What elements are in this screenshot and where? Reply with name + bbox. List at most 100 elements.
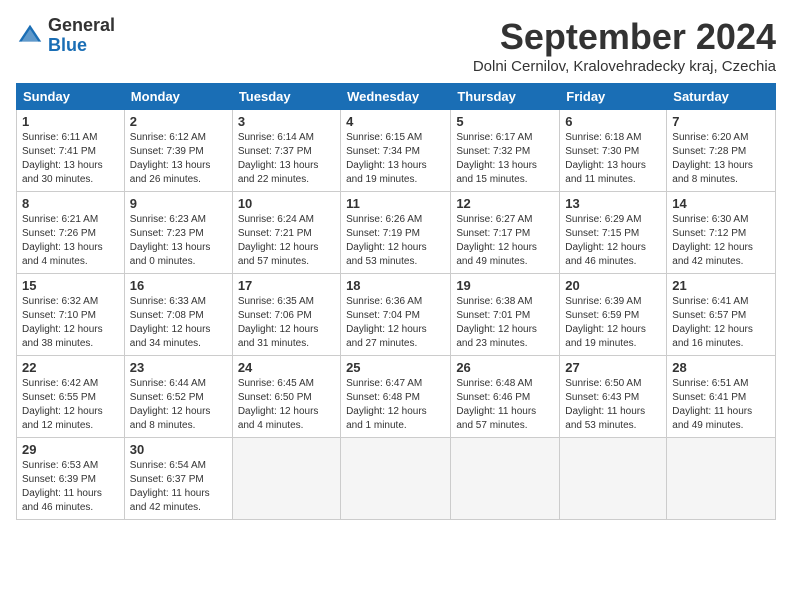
day-info: Sunrise: 6:36 AM Sunset: 7:04 PM Dayligh… xyxy=(346,295,445,351)
day-info: Sunrise: 6:12 AM Sunset: 7:39 PM Dayligh… xyxy=(130,131,227,187)
day-number: 10 xyxy=(238,196,335,211)
daylight: Daylight: 12 hours and 23 minutes. xyxy=(456,324,537,349)
sunset: Sunset: 7:32 PM xyxy=(456,146,530,157)
calendar-week-row: 1 Sunrise: 6:11 AM Sunset: 7:41 PM Dayli… xyxy=(17,110,776,192)
table-row: 16 Sunrise: 6:33 AM Sunset: 7:08 PM Dayl… xyxy=(124,274,232,356)
sunrise: Sunrise: 6:29 AM xyxy=(565,214,641,225)
sunrise: Sunrise: 6:12 AM xyxy=(130,132,206,143)
calendar-week-row: 22 Sunrise: 6:42 AM Sunset: 6:55 PM Dayl… xyxy=(17,356,776,438)
table-row: 19 Sunrise: 6:38 AM Sunset: 7:01 PM Dayl… xyxy=(451,274,560,356)
sunrise: Sunrise: 6:11 AM xyxy=(22,132,97,143)
day-info: Sunrise: 6:23 AM Sunset: 7:23 PM Dayligh… xyxy=(130,213,227,269)
table-row: 18 Sunrise: 6:36 AM Sunset: 7:04 PM Dayl… xyxy=(341,274,451,356)
day-number: 21 xyxy=(672,278,770,293)
header: General Blue September 2024 Dolni Cernil… xyxy=(16,16,776,75)
sunrise: Sunrise: 6:24 AM xyxy=(238,214,314,225)
day-info: Sunrise: 6:27 AM Sunset: 7:17 PM Dayligh… xyxy=(456,213,554,269)
header-saturday: Saturday xyxy=(667,84,776,110)
day-number: 5 xyxy=(456,114,554,129)
day-info: Sunrise: 6:18 AM Sunset: 7:30 PM Dayligh… xyxy=(565,131,661,187)
sunrise: Sunrise: 6:47 AM xyxy=(346,378,422,389)
sunrise: Sunrise: 6:23 AM xyxy=(130,214,206,225)
day-info: Sunrise: 6:42 AM Sunset: 6:55 PM Dayligh… xyxy=(22,377,119,433)
table-row xyxy=(341,438,451,520)
sunset: Sunset: 7:30 PM xyxy=(565,146,639,157)
daylight: Daylight: 12 hours and 1 minute. xyxy=(346,406,427,431)
table-row: 23 Sunrise: 6:44 AM Sunset: 6:52 PM Dayl… xyxy=(124,356,232,438)
daylight: Daylight: 13 hours and 8 minutes. xyxy=(672,160,753,185)
sunrise: Sunrise: 6:32 AM xyxy=(22,296,98,307)
daylight: Daylight: 12 hours and 57 minutes. xyxy=(238,242,319,267)
sunrise: Sunrise: 6:39 AM xyxy=(565,296,641,307)
table-row: 11 Sunrise: 6:26 AM Sunset: 7:19 PM Dayl… xyxy=(341,192,451,274)
sunset: Sunset: 6:46 PM xyxy=(456,392,530,403)
sunset: Sunset: 6:37 PM xyxy=(130,474,204,485)
daylight: Daylight: 12 hours and 34 minutes. xyxy=(130,324,211,349)
sunrise: Sunrise: 6:41 AM xyxy=(672,296,748,307)
daylight: Daylight: 12 hours and 53 minutes. xyxy=(346,242,427,267)
daylight: Daylight: 13 hours and 26 minutes. xyxy=(130,160,211,185)
sunset: Sunset: 6:43 PM xyxy=(565,392,639,403)
day-info: Sunrise: 6:24 AM Sunset: 7:21 PM Dayligh… xyxy=(238,213,335,269)
table-row xyxy=(560,438,667,520)
day-info: Sunrise: 6:54 AM Sunset: 6:37 PM Dayligh… xyxy=(130,459,227,515)
table-row: 10 Sunrise: 6:24 AM Sunset: 7:21 PM Dayl… xyxy=(232,192,340,274)
day-info: Sunrise: 6:53 AM Sunset: 6:39 PM Dayligh… xyxy=(22,459,119,515)
day-number: 24 xyxy=(238,360,335,375)
daylight: Daylight: 13 hours and 19 minutes. xyxy=(346,160,427,185)
header-sunday: Sunday xyxy=(17,84,125,110)
day-number: 26 xyxy=(456,360,554,375)
daylight: Daylight: 12 hours and 8 minutes. xyxy=(130,406,211,431)
daylight: Daylight: 12 hours and 31 minutes. xyxy=(238,324,319,349)
sunrise: Sunrise: 6:45 AM xyxy=(238,378,314,389)
day-number: 14 xyxy=(672,196,770,211)
daylight: Daylight: 11 hours and 49 minutes. xyxy=(672,406,752,431)
table-row: 20 Sunrise: 6:39 AM Sunset: 6:59 PM Dayl… xyxy=(560,274,667,356)
table-row: 21 Sunrise: 6:41 AM Sunset: 6:57 PM Dayl… xyxy=(667,274,776,356)
sunset: Sunset: 6:57 PM xyxy=(672,310,746,321)
sunset: Sunset: 7:19 PM xyxy=(346,228,420,239)
day-info: Sunrise: 6:30 AM Sunset: 7:12 PM Dayligh… xyxy=(672,213,770,269)
day-number: 19 xyxy=(456,278,554,293)
sunrise: Sunrise: 6:30 AM xyxy=(672,214,748,225)
sunrise: Sunrise: 6:18 AM xyxy=(565,132,641,143)
day-number: 28 xyxy=(672,360,770,375)
day-info: Sunrise: 6:48 AM Sunset: 6:46 PM Dayligh… xyxy=(456,377,554,433)
day-info: Sunrise: 6:44 AM Sunset: 6:52 PM Dayligh… xyxy=(130,377,227,433)
header-wednesday: Wednesday xyxy=(341,84,451,110)
sunset: Sunset: 6:59 PM xyxy=(565,310,639,321)
sunrise: Sunrise: 6:33 AM xyxy=(130,296,206,307)
calendar-week-row: 15 Sunrise: 6:32 AM Sunset: 7:10 PM Dayl… xyxy=(17,274,776,356)
table-row: 1 Sunrise: 6:11 AM Sunset: 7:41 PM Dayli… xyxy=(17,110,125,192)
day-number: 18 xyxy=(346,278,445,293)
calendar-week-row: 29 Sunrise: 6:53 AM Sunset: 6:39 PM Dayl… xyxy=(17,438,776,520)
table-row: 15 Sunrise: 6:32 AM Sunset: 7:10 PM Dayl… xyxy=(17,274,125,356)
sunset: Sunset: 6:50 PM xyxy=(238,392,312,403)
table-row xyxy=(451,438,560,520)
day-number: 29 xyxy=(22,442,119,457)
logo-general: General xyxy=(48,15,115,35)
daylight: Daylight: 13 hours and 30 minutes. xyxy=(22,160,103,185)
table-row xyxy=(232,438,340,520)
sunrise: Sunrise: 6:20 AM xyxy=(672,132,748,143)
sunset: Sunset: 6:48 PM xyxy=(346,392,420,403)
table-row: 24 Sunrise: 6:45 AM Sunset: 6:50 PM Dayl… xyxy=(232,356,340,438)
day-number: 6 xyxy=(565,114,661,129)
sunrise: Sunrise: 6:42 AM xyxy=(22,378,98,389)
table-row: 3 Sunrise: 6:14 AM Sunset: 7:37 PM Dayli… xyxy=(232,110,340,192)
table-row: 14 Sunrise: 6:30 AM Sunset: 7:12 PM Dayl… xyxy=(667,192,776,274)
sunset: Sunset: 7:39 PM xyxy=(130,146,204,157)
sunrise: Sunrise: 6:26 AM xyxy=(346,214,422,225)
table-row: 9 Sunrise: 6:23 AM Sunset: 7:23 PM Dayli… xyxy=(124,192,232,274)
day-number: 12 xyxy=(456,196,554,211)
sunrise: Sunrise: 6:44 AM xyxy=(130,378,206,389)
daylight: Daylight: 12 hours and 27 minutes. xyxy=(346,324,427,349)
calendar-title: September 2024 xyxy=(473,16,776,58)
daylight: Daylight: 12 hours and 49 minutes. xyxy=(456,242,537,267)
daylight: Daylight: 12 hours and 46 minutes. xyxy=(565,242,646,267)
sunrise: Sunrise: 6:35 AM xyxy=(238,296,314,307)
daylight: Daylight: 13 hours and 22 minutes. xyxy=(238,160,319,185)
day-number: 23 xyxy=(130,360,227,375)
sunset: Sunset: 7:12 PM xyxy=(672,228,746,239)
day-number: 17 xyxy=(238,278,335,293)
